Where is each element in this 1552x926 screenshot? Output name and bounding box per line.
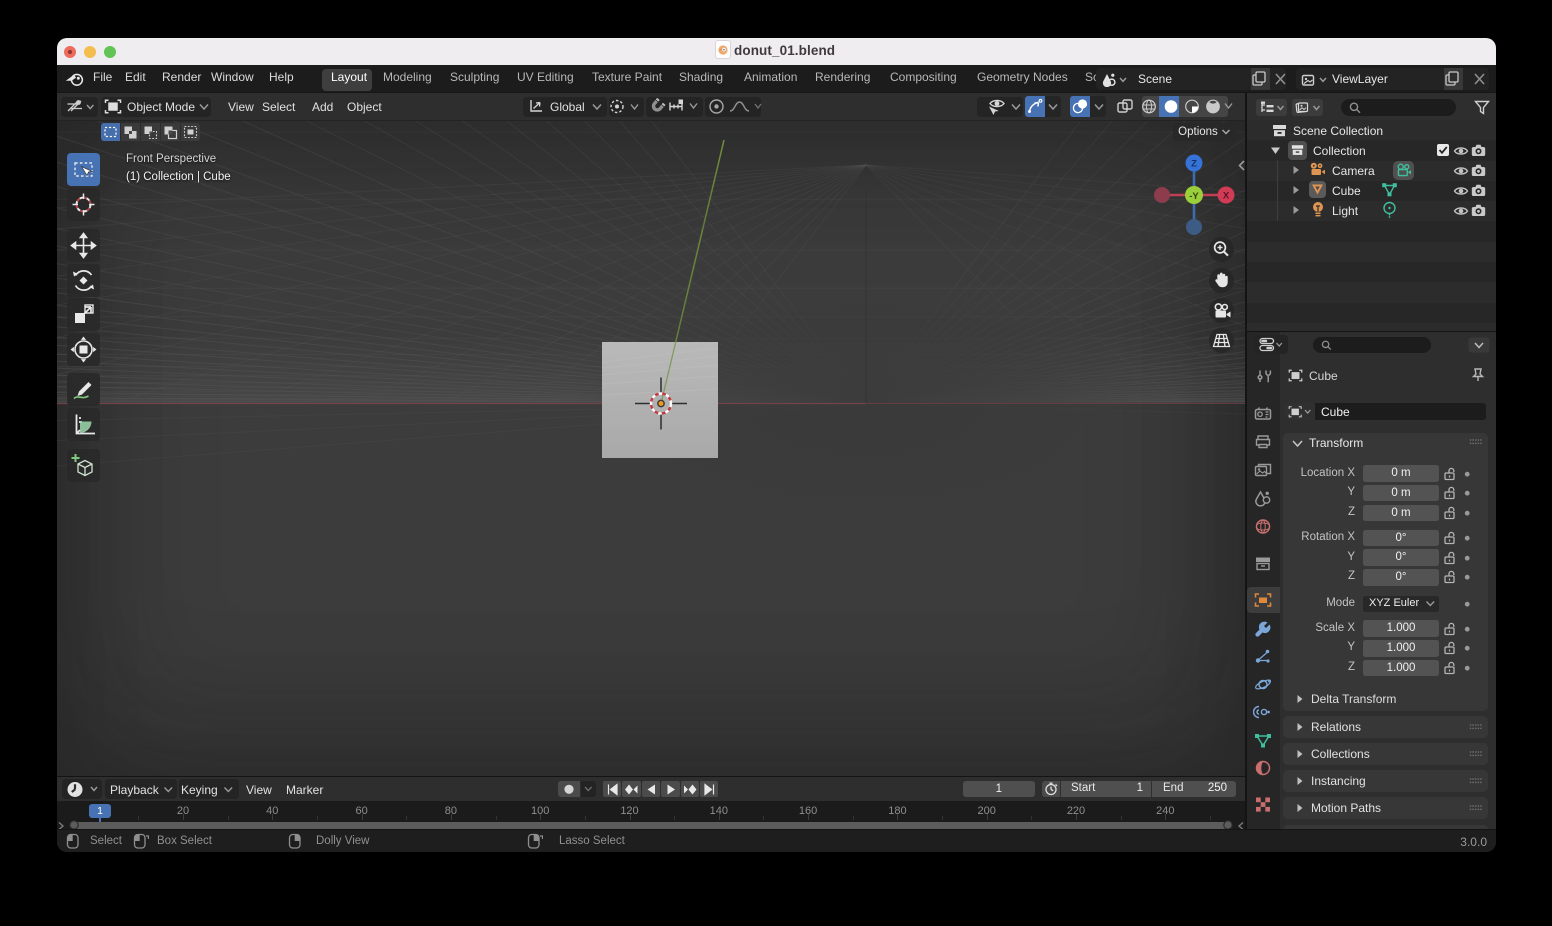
svg-text:X: X — [1223, 191, 1230, 202]
svg-text:Z: Z — [1191, 159, 1197, 170]
svg-text:-Y: -Y — [1189, 191, 1199, 202]
